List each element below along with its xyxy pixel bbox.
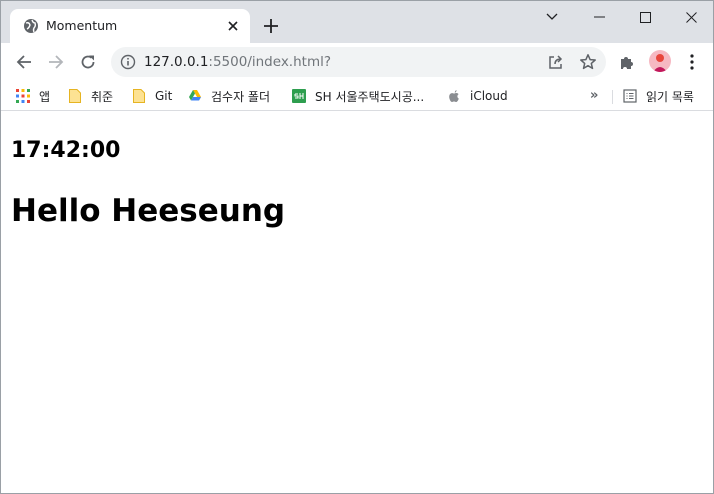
bookmark-apps[interactable]: 앱: [16, 86, 50, 106]
bookmarks-overflow-button[interactable]: »: [590, 88, 606, 104]
close-icon: [685, 11, 697, 23]
browser-window: Momentum 127.0.0.1:5500/index.html? 앱 취준…: [0, 0, 714, 494]
bookmark-folder-jobs[interactable]: 취준: [68, 86, 113, 106]
bookmark-sh[interactable]: SH 서울주택도시공...: [292, 86, 424, 106]
folder-icon: [69, 89, 81, 103]
toolbar: 127.0.0.1:5500/index.html?: [1, 43, 713, 81]
plus-icon: [264, 19, 278, 33]
share-icon[interactable]: [547, 53, 565, 71]
globe-icon: [24, 19, 38, 33]
forward-button[interactable]: [42, 48, 70, 76]
bookmark-label: 검수자 폴더: [211, 89, 271, 104]
new-tab-button[interactable]: [260, 15, 282, 37]
url-host: 127.0.0.1: [144, 54, 209, 70]
bookmark-label: SH 서울주택도시공...: [315, 89, 425, 104]
tab-strip: Momentum: [1, 1, 713, 43]
google-drive-icon: [189, 90, 201, 101]
sh-icon: [292, 89, 306, 103]
minimize-icon: [593, 16, 605, 18]
bookmark-folder-git[interactable]: Git: [132, 86, 172, 106]
tab-momentum[interactable]: Momentum: [10, 9, 250, 43]
bookmark-icloud[interactable]: iCloud: [447, 86, 508, 106]
close-icon: [228, 21, 238, 31]
back-button[interactable]: [10, 48, 38, 76]
tab-title: Momentum: [46, 18, 118, 33]
reload-icon: [81, 55, 95, 69]
chevron-down-icon: [546, 13, 558, 20]
apps-grid-icon: [16, 89, 30, 103]
url-path: :5500/index.html?: [208, 54, 332, 70]
tab-close-button[interactable]: [224, 17, 242, 35]
clock-text: 17:42:00: [11, 138, 121, 163]
reading-list-icon: [623, 89, 637, 103]
minimize-button[interactable]: [576, 4, 622, 30]
info-icon[interactable]: [120, 54, 136, 70]
profile-avatar[interactable]: [649, 50, 671, 72]
close-window-button[interactable]: [668, 4, 713, 30]
url-text[interactable]: 127.0.0.1:5500/index.html?: [144, 54, 331, 70]
bookmarks-divider: [612, 90, 613, 104]
reading-list-button[interactable]: 읽기 목록: [623, 86, 694, 106]
bookmark-label: iCloud: [470, 89, 508, 103]
greeting-heading: Hello Heeseung: [11, 193, 286, 229]
maximize-icon: [639, 11, 651, 23]
bookmark-label: 앱: [39, 89, 51, 104]
folder-icon: [133, 89, 145, 103]
star-icon[interactable]: [579, 53, 597, 71]
maximize-button[interactable]: [622, 4, 668, 30]
bookmarks-bar: 앱 취준 Git 검수자 폴더 SH 서울주택도시공... iCloud » 읽…: [1, 81, 713, 111]
tab-search-button[interactable]: [529, 4, 575, 30]
extensions-puzzle-icon[interactable]: [618, 53, 636, 71]
avatar-icon: [653, 54, 667, 72]
bookmark-label: Git: [155, 89, 173, 103]
bookmark-label: 취준: [91, 89, 114, 104]
apple-icon: [449, 90, 459, 102]
reading-list-label: 읽기 목록: [646, 89, 694, 104]
more-vert-icon[interactable]: [684, 53, 700, 71]
arrow-right-icon: [49, 55, 64, 69]
reload-button[interactable]: [74, 48, 102, 76]
bookmark-drive-folder[interactable]: 검수자 폴더: [188, 86, 270, 106]
page-content: 17:42:00 Hello Heeseung: [1, 112, 713, 493]
arrow-left-icon: [16, 55, 31, 69]
address-bar[interactable]: 127.0.0.1:5500/index.html?: [111, 47, 606, 77]
